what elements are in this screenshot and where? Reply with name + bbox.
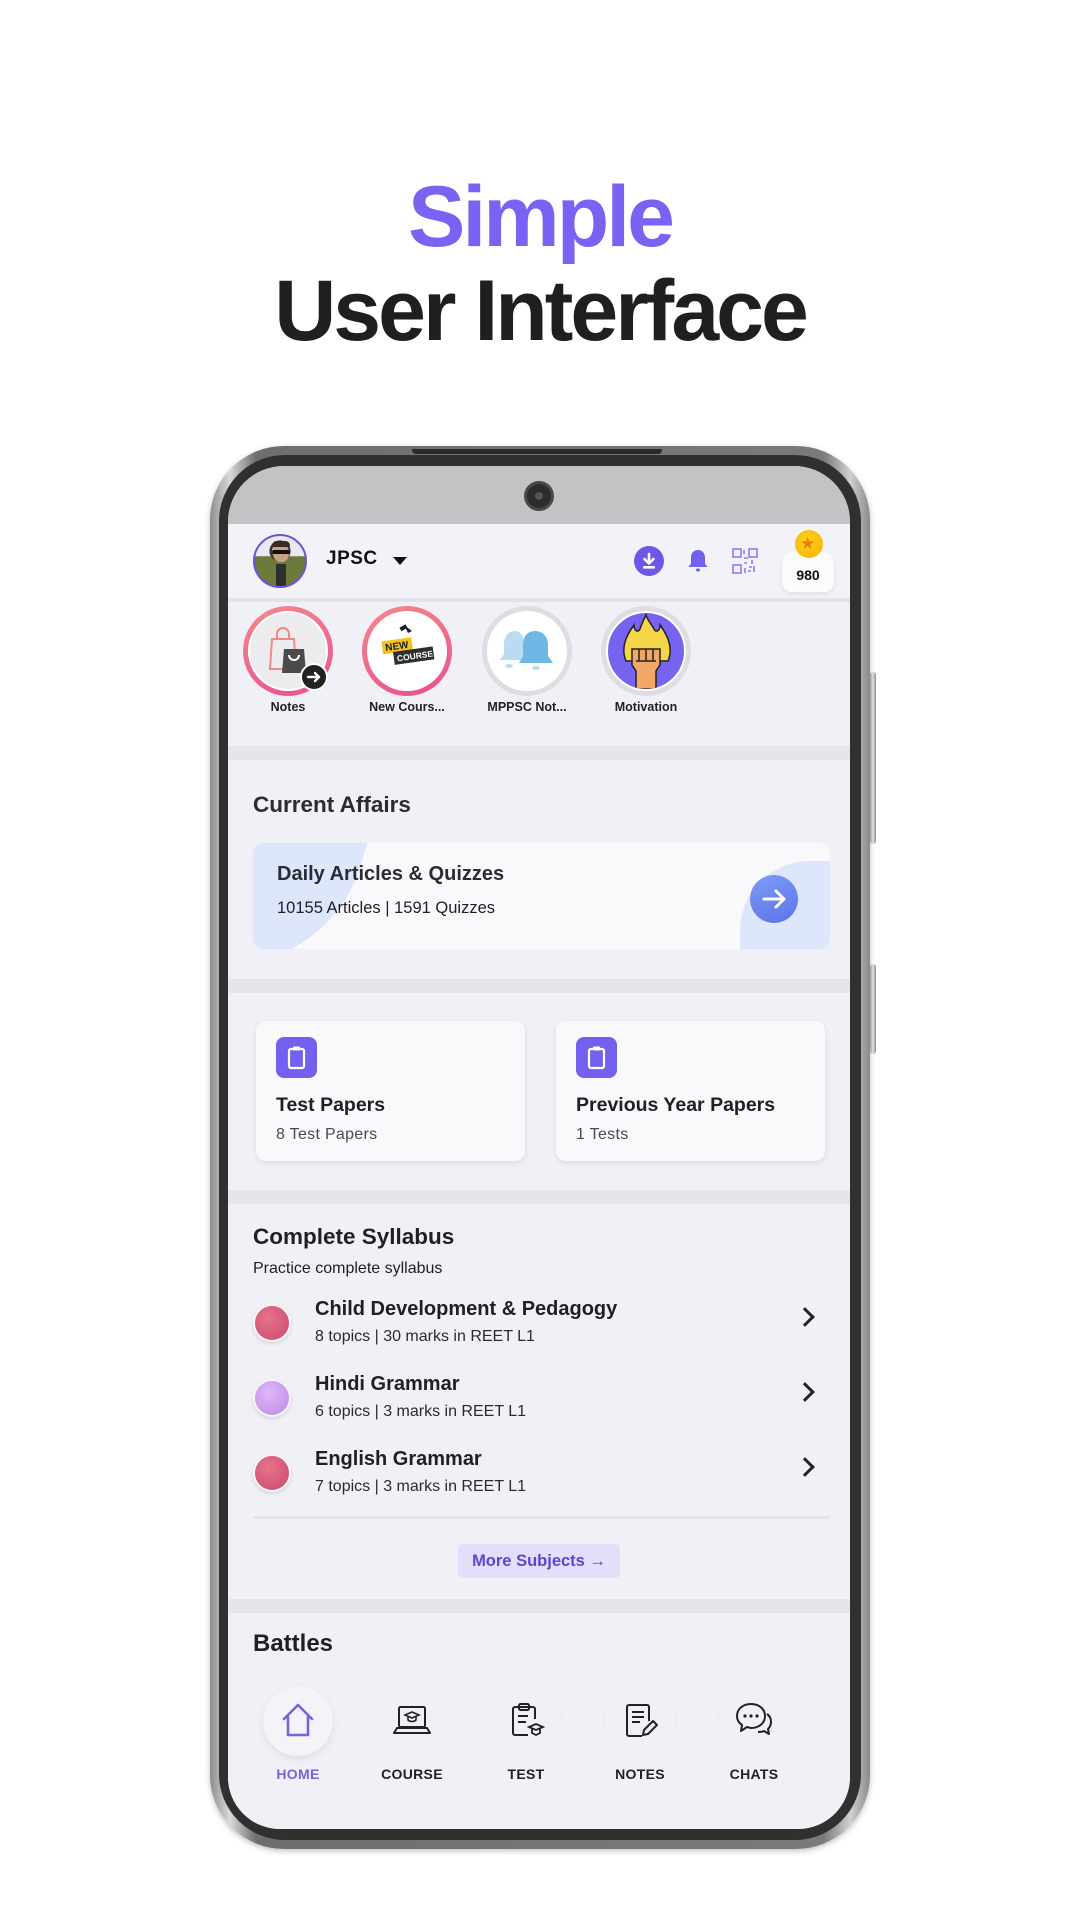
nav-label: CHATS [729, 1766, 779, 1782]
card-subtitle: 8 Test Papers [276, 1126, 378, 1143]
card-title: Daily Articles & Quizzes [277, 863, 505, 885]
current-affairs-card[interactable]: Daily Articles & Quizzes 10155 Articles … [253, 843, 830, 949]
bottom-nav: HOME COURSE TEST NOTES CHATS [228, 1686, 850, 1829]
exam-selector-label[interactable]: JPSC [326, 548, 378, 570]
chats-icon [719, 1686, 789, 1756]
nav-notes[interactable]: NOTES [585, 1686, 695, 1782]
fist-icon [606, 611, 686, 691]
current-affairs-title: Current Affairs [253, 792, 411, 817]
star-icon: ★ [800, 534, 816, 553]
story-motivation[interactable]: Motivation [591, 606, 701, 714]
story-label: Notes [270, 700, 306, 714]
subject-title: English Grammar [315, 1448, 482, 1470]
hindi-grammar-icon [253, 1379, 291, 1417]
story-label: New Cours... [369, 700, 445, 714]
previous-year-papers-card[interactable]: Previous Year Papers 1 Tests [556, 1021, 825, 1161]
subject-subtitle: 6 topics | 3 marks in REET L1 [315, 1403, 527, 1420]
english-grammar-icon [253, 1454, 291, 1492]
nav-label: TEST [507, 1766, 545, 1782]
subject-row[interactable]: Child Development & Pedagogy 8 topics | … [228, 1298, 850, 1368]
arrow-right-icon[interactable] [750, 875, 798, 923]
story-label: Motivation [614, 700, 678, 714]
nav-label: NOTES [615, 1766, 665, 1782]
hero-title-accent: Simple [408, 169, 675, 265]
test-papers-card[interactable]: Test Papers 8 Test Papers [256, 1021, 525, 1161]
phone-screen: JPSC ★ 980 Notes NEW COURSE New Cours...… [228, 466, 850, 1829]
stories-row: Notes NEW COURSE New Cours... MPPSC Not..… [228, 606, 850, 746]
home-icon [263, 1686, 333, 1756]
bell-icon[interactable] [683, 546, 713, 576]
arrow-right-icon [300, 663, 328, 691]
subject-title: Hindi Grammar [315, 1373, 460, 1395]
story-new-course[interactable]: NEW COURSE New Cours... [352, 606, 462, 714]
nav-chats[interactable]: CHATS [699, 1686, 809, 1782]
subject-title: Child Development & Pedagogy [315, 1298, 618, 1320]
syllabus-subtitle: Practice complete syllabus [253, 1260, 443, 1277]
chevron-right-icon [795, 1457, 815, 1477]
chevron-right-icon [795, 1382, 815, 1402]
status-bar [228, 466, 850, 524]
bells-icon [487, 611, 567, 691]
caret-down-icon[interactable] [393, 557, 407, 565]
nav-test[interactable]: TEST [471, 1686, 581, 1782]
coin-count: 980 [796, 567, 820, 583]
card-subtitle: 10155 Articles | 1591 Quizzes [277, 899, 495, 917]
subject-subtitle: 7 topics | 3 marks in REET L1 [315, 1478, 527, 1495]
nav-label: HOME [276, 1766, 320, 1782]
story-notes[interactable]: Notes [233, 606, 343, 714]
download-icon[interactable] [634, 546, 664, 576]
front-camera [524, 481, 554, 511]
test-clipboard-icon [491, 1686, 561, 1756]
divider [253, 1516, 830, 1519]
nav-home[interactable]: HOME [243, 1686, 353, 1782]
nav-label: COURSE [381, 1766, 443, 1782]
clipboard-icon [276, 1037, 317, 1078]
notes-icon [605, 1686, 675, 1756]
section-divider [228, 746, 850, 760]
section-divider [228, 979, 850, 993]
coin-icon: ★ [795, 530, 823, 558]
more-subjects-button[interactable]: More Subjects → [458, 1544, 620, 1578]
card-title: Test Papers [276, 1094, 386, 1116]
subject-row[interactable]: Hindi Grammar 6 topics | 3 marks in REET… [228, 1373, 850, 1443]
battles-title: Battles [253, 1630, 334, 1657]
section-divider [228, 1599, 850, 1613]
chevron-right-icon [795, 1307, 815, 1327]
story-mppsc-notes[interactable]: MPPSC Not... [472, 606, 582, 714]
story-label: MPPSC Not... [487, 700, 567, 714]
volume-button [870, 672, 876, 844]
nav-course[interactable]: COURSE [357, 1686, 467, 1782]
clipboard-icon [576, 1037, 617, 1078]
phone-speaker [412, 449, 662, 454]
qr-code-icon[interactable] [730, 546, 760, 576]
card-title: Previous Year Papers [576, 1094, 776, 1116]
app-header: JPSC ★ 980 [228, 524, 850, 602]
child-development-icon [253, 1304, 291, 1342]
hero-title: User Interface [274, 263, 809, 359]
new-course-icon: NEW COURSE [367, 611, 447, 691]
power-button [870, 964, 876, 1054]
syllabus-title: Complete Syllabus [253, 1224, 455, 1249]
course-laptop-icon [377, 1686, 447, 1756]
subject-row[interactable]: English Grammar 7 topics | 3 marks in RE… [228, 1448, 850, 1518]
card-subtitle: 1 Tests [576, 1126, 629, 1143]
section-divider [228, 1190, 850, 1204]
subject-subtitle: 8 topics | 30 marks in REET L1 [315, 1328, 535, 1345]
avatar[interactable] [253, 534, 307, 588]
